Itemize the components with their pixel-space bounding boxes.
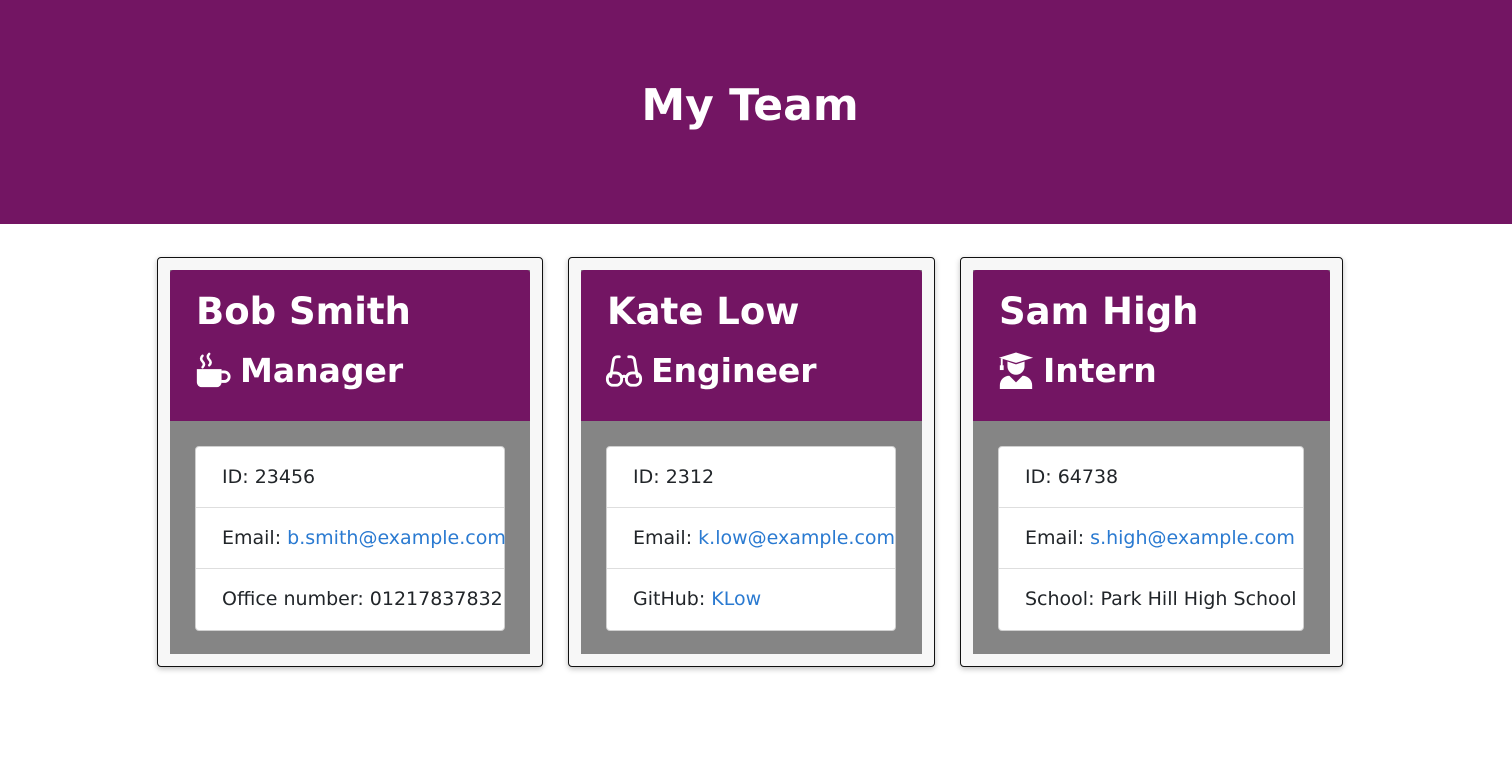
school-name: Park Hill High School — [1100, 588, 1297, 610]
page-header: My Team — [0, 0, 1512, 224]
email-label: Email: — [222, 527, 282, 549]
employee-role: Intern — [997, 350, 1157, 392]
list-item-email: Email: s.high@example.com — [999, 508, 1303, 569]
list-item-id: ID: 64738 — [999, 447, 1303, 508]
github-link[interactable]: KLow — [711, 588, 761, 610]
id-value: 23456 — [254, 466, 316, 488]
card-header: Bob Smith Manager — [170, 270, 530, 421]
employee-card-manager: Bob Smith Manager ID: 23456 Email: b.smi… — [157, 257, 543, 667]
list-item-id: ID: 2312 — [607, 447, 895, 508]
graduate-icon — [998, 352, 1034, 390]
id-label: ID: — [1025, 466, 1052, 488]
id-value: 2312 — [665, 466, 715, 488]
employee-name: Sam High — [999, 290, 1199, 333]
github-label: GitHub: — [633, 588, 706, 610]
coffee-mug-icon — [196, 352, 231, 388]
list-item-github: GitHub: KLow — [607, 569, 895, 630]
details-list: ID: 2312 Email: k.low@example.com GitHub… — [606, 446, 896, 631]
glasses-icon — [605, 355, 643, 387]
employee-role: Manager — [194, 350, 403, 392]
page-title: My Team — [641, 80, 859, 131]
office-label: Office number: — [222, 588, 364, 610]
list-item-id: ID: 23456 — [196, 447, 504, 508]
list-item-school: School: Park Hill High School — [999, 569, 1303, 630]
email-label: Email: — [1025, 527, 1085, 549]
card-inner: Kate Low Engineer ID: 2312 Email: k.low@… — [581, 270, 922, 654]
card-header: Sam High Intern — [973, 270, 1330, 421]
email-link[interactable]: b.smith@example.com — [287, 527, 506, 549]
role-label: Manager — [240, 351, 404, 390]
details-list: ID: 64738 Email: s.high@example.com Scho… — [998, 446, 1304, 631]
employee-card-engineer: Kate Low Engineer ID: 2312 Email: k.low@… — [568, 257, 935, 667]
card-header: Kate Low Engineer — [581, 270, 922, 421]
list-item-email: Email: k.low@example.com — [607, 508, 895, 569]
id-label: ID: — [633, 466, 660, 488]
id-value: 64738 — [1057, 466, 1119, 488]
list-item-office: Office number: 01217837832 — [196, 569, 504, 630]
role-label: Engineer — [651, 351, 817, 390]
employee-card-intern: Sam High Intern ID: 64738 Email: s.high@… — [960, 257, 1343, 667]
id-label: ID: — [222, 466, 249, 488]
employee-name: Kate Low — [607, 290, 800, 333]
school-label: School: — [1025, 588, 1095, 610]
email-link[interactable]: s.high@example.com — [1090, 527, 1295, 549]
details-list: ID: 23456 Email: b.smith@example.com Off… — [195, 446, 506, 631]
role-label: Intern — [1043, 351, 1157, 390]
card-inner: Sam High Intern ID: 64738 Email: s.high@… — [973, 270, 1330, 654]
employee-role: Engineer — [605, 350, 817, 392]
list-item-email: Email: b.smith@example.com — [196, 508, 506, 569]
email-label: Email: — [633, 527, 693, 549]
employee-name: Bob Smith — [196, 290, 411, 333]
card-inner: Bob Smith Manager ID: 23456 Email: b.smi… — [170, 270, 530, 654]
office-number: 01217837832 — [369, 588, 503, 610]
email-link[interactable]: k.low@example.com — [698, 527, 895, 549]
